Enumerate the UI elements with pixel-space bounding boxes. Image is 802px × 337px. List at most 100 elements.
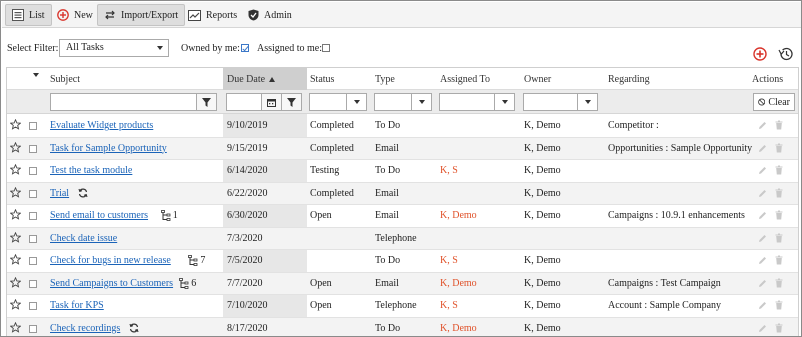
task-subject-link[interactable]: Evaluate Widget products [50, 120, 153, 131]
table-row[interactable]: Test the task module 6/14/2020 Testing To D… [7, 160, 798, 183]
new-button[interactable]: New [51, 4, 99, 26]
star-icon[interactable] [10, 299, 21, 310]
task-subject-link[interactable]: Send email to customers [50, 210, 148, 221]
column-assigned-to[interactable]: Assigned To [440, 74, 490, 85]
assigned-to-me-checkbox[interactable] [322, 44, 330, 52]
owned-by-me-checkbox[interactable] [241, 44, 249, 52]
column-menu-icon[interactable] [33, 73, 39, 88]
clear-filters-button[interactable]: Clear [753, 93, 795, 111]
delete-icon[interactable] [775, 323, 783, 333]
star-icon[interactable] [10, 186, 21, 198]
delete-icon[interactable] [775, 165, 783, 175]
task-subject-link[interactable]: Send Campaigns to Customers [50, 278, 173, 289]
star-icon[interactable] [10, 164, 21, 175]
table-row[interactable]: Send Campaigns to Customers 6 7/7/2020 Open… [7, 272, 798, 295]
star-icon[interactable] [10, 119, 21, 130]
history-icon[interactable] [778, 47, 793, 61]
type-cell: Email [375, 187, 399, 199]
task-subject-link[interactable]: Check recordings [50, 323, 120, 334]
column-owner[interactable]: Owner [524, 74, 551, 85]
filter-select[interactable]: All Tasks [59, 39, 169, 57]
subtask-count: 7 [200, 255, 206, 266]
regarding-cell: Campaigns : Test Campaign [608, 277, 721, 289]
star-icon[interactable] [10, 141, 21, 153]
edit-icon[interactable] [758, 144, 767, 153]
status-filter-select[interactable] [309, 93, 347, 111]
column-due-date[interactable]: Due Date [227, 74, 265, 85]
owner-filter-dropdown[interactable] [578, 93, 598, 111]
edit-icon[interactable] [758, 211, 767, 220]
edit-icon[interactable] [758, 121, 767, 130]
table-row[interactable]: Task for KPS 7/10/2020 Open Telephone K, S K,… [7, 295, 798, 318]
admin-button[interactable]: Admin [242, 4, 298, 26]
subject-filter-button[interactable] [197, 93, 217, 111]
table-row[interactable]: Task for Sample Opportunity 9/15/2019 Comp… [7, 137, 798, 160]
delete-icon[interactable] [775, 255, 783, 265]
assigned-filter-dropdown[interactable] [495, 93, 515, 111]
subject-filter-input[interactable] [50, 93, 197, 111]
delete-icon[interactable] [775, 300, 783, 310]
row-checkbox[interactable] [29, 302, 37, 310]
task-subject-link[interactable]: Check for bugs in new release [50, 255, 171, 266]
table-row[interactable]: Send email to customers 1 6/30/2020 Open Ema… [7, 205, 798, 228]
owner-filter-select[interactable] [523, 93, 578, 111]
row-checkbox[interactable] [29, 279, 37, 288]
list-button[interactable]: List [5, 4, 52, 26]
funnel-icon [202, 97, 211, 107]
edit-icon[interactable] [758, 279, 767, 288]
edit-icon[interactable] [758, 234, 767, 243]
edit-icon[interactable] [758, 166, 767, 175]
star-icon[interactable] [10, 254, 21, 265]
star-icon[interactable] [10, 231, 21, 243]
due-date-cell: 9/15/2019 [227, 142, 268, 154]
edit-icon[interactable] [758, 301, 767, 310]
star-icon[interactable] [10, 276, 21, 288]
column-subject[interactable]: Subject [50, 74, 80, 85]
sort-ascending-icon[interactable] [269, 77, 275, 82]
star-icon[interactable] [10, 321, 21, 333]
table-row[interactable]: Trial 6/22/2020 Completed Email K, Demo [7, 182, 798, 205]
type-filter-dropdown[interactable] [412, 93, 432, 111]
edit-icon[interactable] [758, 189, 767, 198]
row-checkbox[interactable] [29, 189, 37, 198]
edit-icon[interactable] [758, 324, 767, 333]
status-filter-dropdown[interactable] [347, 93, 367, 111]
task-subject-link[interactable]: Task for KPS [50, 300, 104, 311]
delete-icon[interactable] [775, 210, 783, 220]
type-filter-select[interactable] [374, 93, 412, 111]
table-row[interactable]: Check for bugs in new release 7 7/5/2020 To… [7, 250, 798, 273]
task-subject-link[interactable]: Task for Sample Opportunity [50, 143, 167, 154]
delete-icon[interactable] [775, 143, 783, 153]
row-checkbox[interactable] [29, 167, 37, 175]
recurring-icon [78, 188, 88, 198]
row-checkbox[interactable] [29, 122, 37, 130]
star-icon[interactable] [10, 209, 21, 220]
import-export-button[interactable]: Import/Export [97, 4, 186, 26]
row-checkbox[interactable] [29, 144, 37, 153]
calendar-button[interactable] [262, 93, 282, 111]
row-checkbox[interactable] [29, 324, 37, 333]
delete-icon[interactable] [775, 233, 783, 243]
due-date-filter-input[interactable] [226, 93, 262, 111]
table-row[interactable]: Evaluate Widget products 9/10/2019 Complet… [7, 115, 798, 138]
due-date-filter-button[interactable] [282, 93, 302, 111]
delete-icon[interactable] [775, 120, 783, 130]
column-actions: Actions [752, 74, 784, 85]
task-subject-link[interactable]: Trial [50, 188, 69, 199]
reports-button[interactable]: Reports [182, 4, 243, 26]
table-row[interactable]: Check recordings 8/17/2020 To Do K, Demo K, … [7, 317, 798, 336]
column-regarding[interactable]: Regarding [608, 74, 650, 85]
table-row[interactable]: Check date issue 7/3/2020 Telephone [7, 227, 798, 250]
row-checkbox[interactable] [29, 212, 37, 220]
row-checkbox[interactable] [29, 257, 37, 265]
task-subject-link[interactable]: Test the task module [50, 165, 132, 176]
edit-icon[interactable] [758, 256, 767, 265]
delete-icon[interactable] [775, 188, 783, 198]
column-type[interactable]: Type [375, 74, 395, 85]
add-task-icon[interactable] [753, 47, 767, 61]
assigned-filter-select[interactable] [439, 93, 495, 111]
delete-icon[interactable] [775, 278, 783, 288]
column-status[interactable]: Status [310, 74, 334, 85]
row-checkbox[interactable] [29, 234, 37, 243]
task-subject-link[interactable]: Check date issue [50, 233, 117, 244]
